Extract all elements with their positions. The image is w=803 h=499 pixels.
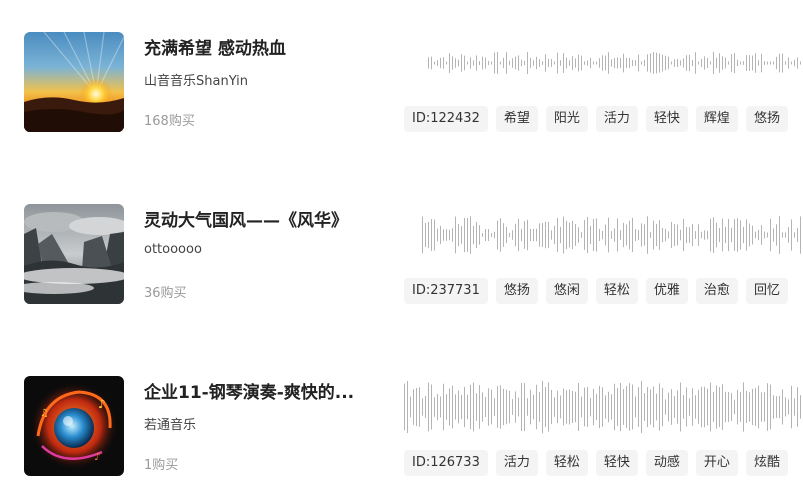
waveform-graphic (422, 216, 801, 254)
svg-text:♪: ♪ (94, 452, 100, 463)
tag-row: ID:237731 悠扬 悠闲 轻松 优雅 治愈 回忆 (404, 278, 788, 304)
tag-chip[interactable]: 优雅 (645, 278, 688, 304)
mountain-cover-art (24, 204, 124, 304)
tag-chip[interactable]: 辉煌 (695, 106, 738, 132)
tag-chip[interactable]: 轻松 (595, 278, 638, 304)
waveform-graphic (404, 380, 801, 434)
track-title[interactable]: 灵动大气国风——《风华》 (144, 206, 348, 231)
tag-chip[interactable]: 轻松 (545, 450, 588, 476)
track-id-tag: ID:126733 (404, 450, 488, 476)
track-item[interactable]: 充满希望 感动热血 山音音乐ShanYin 168购买 ID:122432 希望… (0, 32, 803, 132)
tag-chip[interactable]: 悠扬 (745, 106, 788, 132)
track-id-tag: ID:237731 (404, 278, 488, 304)
svg-text:♪: ♪ (98, 397, 106, 411)
tag-chip[interactable]: 回忆 (745, 278, 788, 304)
track-list: 充满希望 感动热血 山音音乐ShanYin 168购买 ID:122432 希望… (0, 0, 803, 499)
tag-chip[interactable]: 治愈 (695, 278, 738, 304)
tag-chip[interactable]: 炫酷 (745, 450, 788, 476)
svg-text:♫: ♫ (40, 408, 49, 419)
track-cover-sunrise[interactable] (24, 32, 124, 132)
track-title[interactable]: 企业11-钢琴演奏-爽快的... (144, 378, 354, 403)
track-waveform[interactable] (404, 376, 803, 436)
track-title[interactable]: 充满希望 感动热血 (144, 34, 286, 59)
track-author[interactable]: 若通音乐 (144, 414, 196, 433)
purchase-count: 168购买 (144, 114, 195, 129)
tag-chip[interactable]: 轻快 (595, 450, 638, 476)
tag-chip[interactable]: 活力 (495, 450, 538, 476)
tag-row: ID:126733 活力 轻松 轻快 动感 开心 炫酷 (404, 450, 788, 476)
track-author[interactable]: ottooooo (144, 242, 202, 257)
track-cover-music-orb[interactable]: ♪ ♫ ♪ (24, 376, 124, 476)
purchase-count: 36购买 (144, 286, 187, 301)
tag-chip[interactable]: 悠闲 (545, 278, 588, 304)
track-waveform[interactable] (428, 32, 803, 92)
waveform-graphic (428, 51, 801, 75)
purchase-count: 1购买 (144, 458, 179, 473)
tag-row: ID:122432 希望 阳光 活力 轻快 辉煌 悠扬 (404, 106, 788, 132)
tag-chip[interactable]: 希望 (495, 106, 538, 132)
track-cover-mountains[interactable] (24, 204, 124, 304)
music-orb-cover-art: ♪ ♫ ♪ (24, 376, 124, 476)
sunrise-cover-art (24, 32, 124, 132)
track-id-tag: ID:122432 (404, 106, 488, 132)
tag-chip[interactable]: 活力 (595, 106, 638, 132)
tag-chip[interactable]: 悠扬 (495, 278, 538, 304)
track-item[interactable]: 灵动大气国风——《风华》 ottooooo 36购买 ID:237731 悠扬 … (0, 204, 803, 304)
track-waveform[interactable] (422, 204, 803, 264)
tag-chip[interactable]: 动感 (645, 450, 688, 476)
track-item[interactable]: ♪ ♫ ♪ 企业11-钢琴演奏-爽快的... 若通音乐 1购买 ID:12673… (0, 376, 803, 476)
track-author[interactable]: 山音音乐ShanYin (144, 70, 248, 89)
tag-chip[interactable]: 阳光 (545, 106, 588, 132)
tag-chip[interactable]: 开心 (695, 450, 738, 476)
tag-chip[interactable]: 轻快 (645, 106, 688, 132)
